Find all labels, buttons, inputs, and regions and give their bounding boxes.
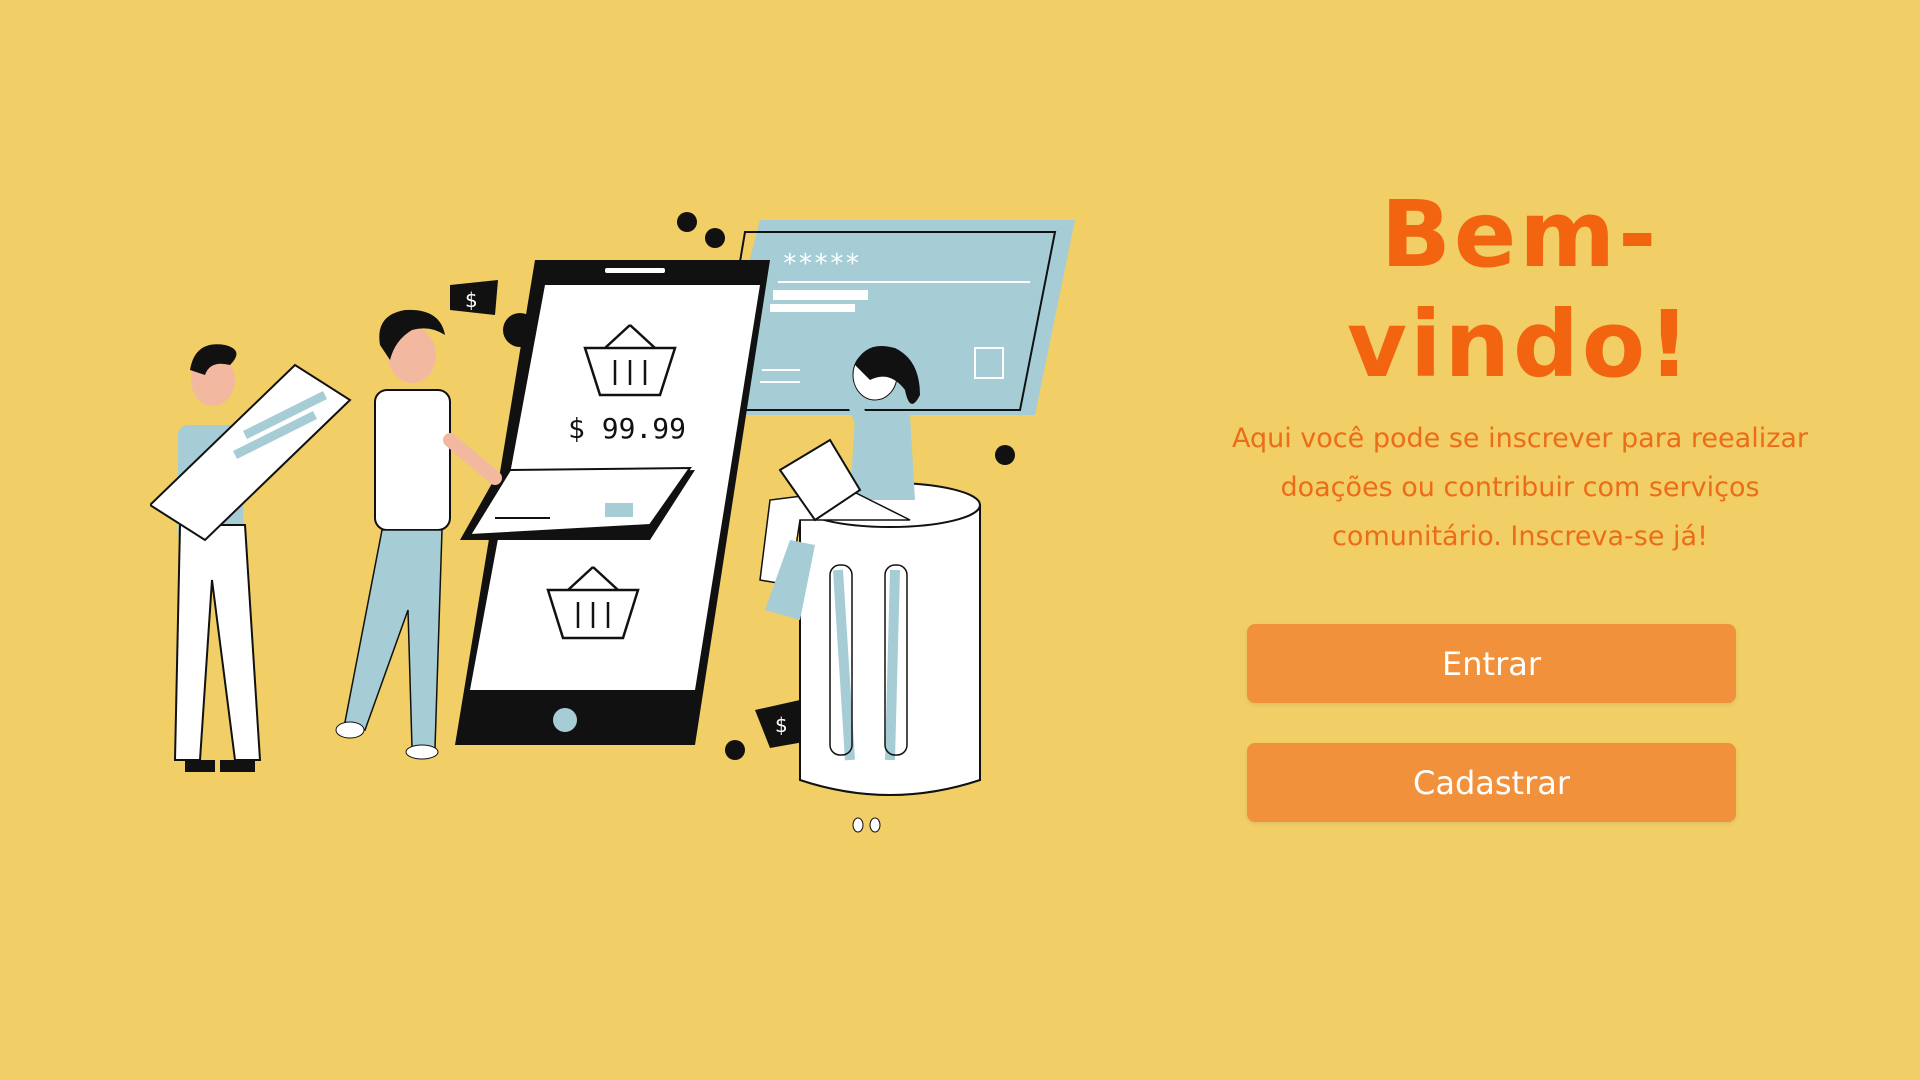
- money-flag-icon: $: [450, 280, 498, 315]
- login-button[interactable]: Entrar: [1247, 624, 1736, 703]
- welcome-description: Aqui você pode se inscrever para reealiz…: [1231, 423, 1809, 552]
- svg-text:$: $: [465, 288, 478, 312]
- page-title: Bem-vindo!: [1346, 181, 1694, 398]
- password-mask-text: *****: [782, 249, 860, 279]
- signup-button[interactable]: Cadastrar: [1247, 743, 1736, 822]
- welcome-panel: Bem-vindo! Aqui você pode se inscrever p…: [1220, 180, 1820, 561]
- svg-text:$: $: [775, 713, 788, 737]
- hero-illustration: ***** $ $ $ 99.99: [150, 200, 1090, 840]
- person-with-tablet: [150, 344, 352, 772]
- online-donation-illustration: ***** $ $ $ 99.99: [150, 212, 1075, 833]
- price-text: $ 99.99: [568, 412, 686, 445]
